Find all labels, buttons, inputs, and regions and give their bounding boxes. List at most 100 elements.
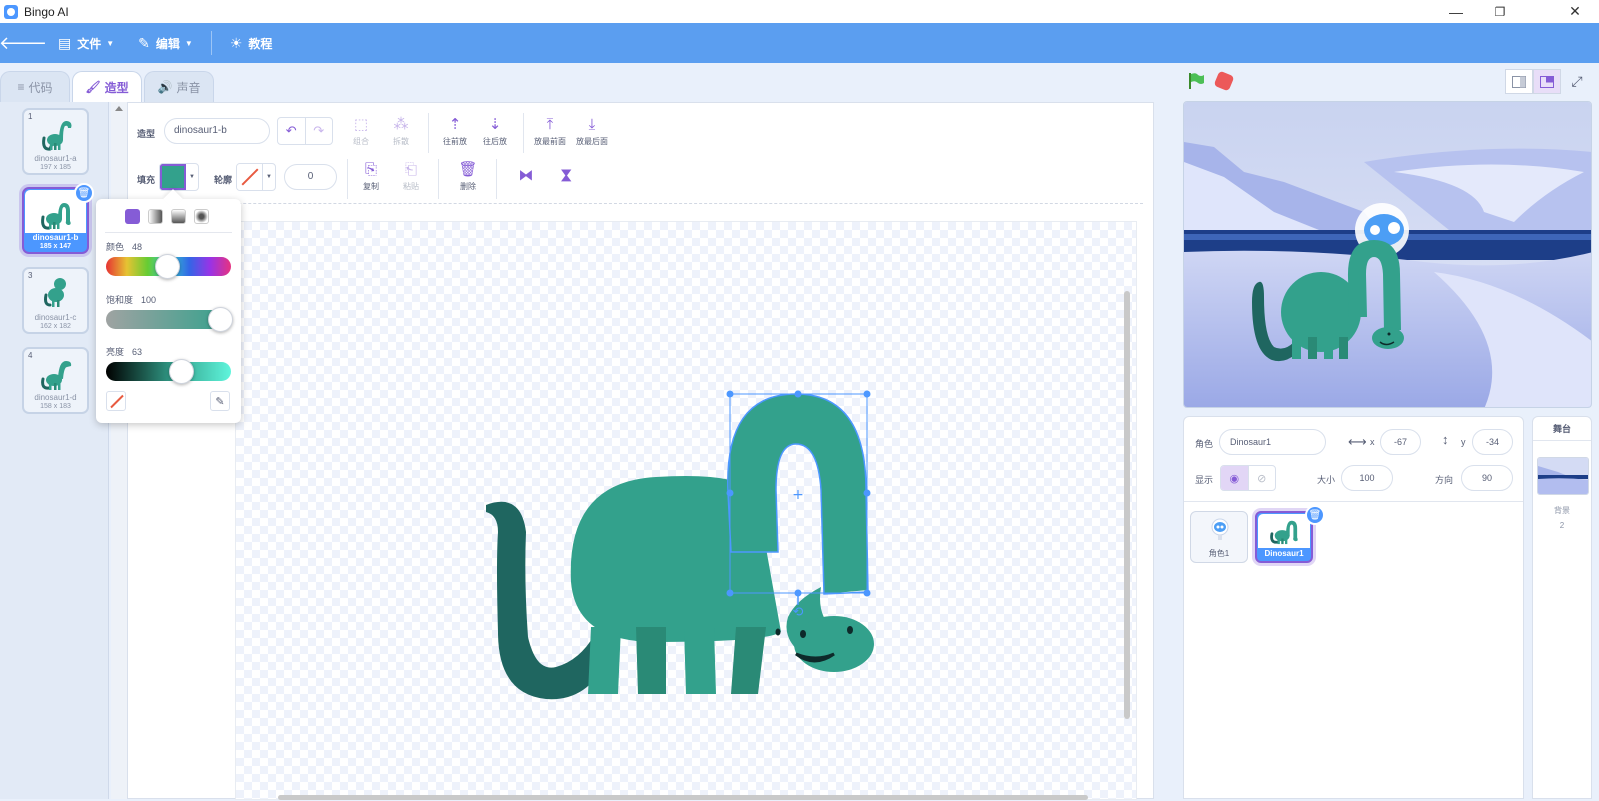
window-title: Bingo AI — [24, 4, 69, 19]
ungroup-label: 拆散 — [393, 137, 409, 146]
radial-gradient-option[interactable] — [194, 209, 209, 224]
sprite-tile-selected[interactable]: Dinosaur1 — [1255, 511, 1313, 563]
canvas-horizontal-scrollbar[interactable] — [278, 795, 1088, 800]
stage-canvas[interactable] — [1183, 101, 1592, 408]
costume-item[interactable]: 4 dinosaur1-d 158 x 183 — [22, 347, 89, 414]
undo-button[interactable]: ↶ — [278, 118, 306, 144]
group-label: 组合 — [353, 137, 369, 146]
green-flag-icon[interactable] — [1187, 72, 1205, 90]
menu-tutorial[interactable]: ☀ 教程 — [218, 23, 285, 63]
small-stage-icon — [1512, 75, 1526, 88]
no-fill-button[interactable] — [106, 391, 126, 411]
costume-name: dinosaur1-c — [34, 313, 77, 322]
file-icon: ▤ — [58, 34, 72, 51]
delete-label: 删除 — [460, 182, 476, 191]
hue-label-text: 颜色 — [106, 242, 125, 252]
send-to-back-button[interactable]: ⤓ 放最后面 — [572, 116, 612, 147]
arrow-down-icon: ⇣ — [488, 116, 502, 133]
backdrop-count: 2 — [1559, 521, 1565, 530]
minimize-button[interactable]: — — [1433, 0, 1479, 23]
resize-handle[interactable] — [726, 589, 734, 597]
delete-button[interactable]: 🗑 删除 — [448, 161, 488, 192]
flip-vertical-button[interactable]: ⧓ — [546, 167, 586, 187]
fullscreen-button[interactable]: ⤢ — [1564, 69, 1590, 94]
close-button[interactable]: ✕ — [1552, 0, 1598, 23]
drawing-canvas[interactable]: + ⟲ — [235, 221, 1137, 800]
resize-handle[interactable] — [726, 390, 734, 398]
canvas-vertical-scrollbar[interactable] — [1124, 291, 1130, 719]
leg-shape — [731, 627, 766, 694]
stop-icon[interactable] — [1213, 70, 1235, 92]
flip-horizontal-button[interactable]: ⧓ — [506, 167, 546, 187]
tab-costumes[interactable]: 🖌 造型 — [72, 71, 142, 102]
fullscreen-icon: ⤢ — [1571, 73, 1583, 89]
maximize-button[interactable]: ❐ — [1477, 0, 1523, 23]
menu-file[interactable]: ▤ 文件 ▼ — [46, 23, 126, 63]
delete-sprite-button[interactable]: 🗑 — [1305, 505, 1325, 525]
resize-handle[interactable] — [726, 489, 734, 497]
size-input[interactable]: 100 — [1341, 465, 1393, 491]
outline-color-picker[interactable]: ▼ — [236, 163, 276, 191]
sprite-tile[interactable]: 角色1 — [1190, 511, 1248, 563]
rotate-handle-icon[interactable]: ⟲ — [793, 605, 804, 620]
hue-slider-knob[interactable] — [155, 254, 180, 279]
tab-code[interactable]: ≡ 代码 — [0, 71, 70, 102]
resize-handle[interactable] — [863, 589, 871, 597]
resize-handle[interactable] — [863, 390, 871, 398]
resize-handle[interactable] — [863, 489, 871, 497]
resize-handle[interactable] — [794, 589, 802, 597]
horizontal-gradient-option[interactable] — [148, 209, 163, 224]
hide-button[interactable]: ⊘ — [1249, 466, 1276, 490]
tab-sounds[interactable]: 🔊 声音 — [144, 71, 214, 102]
caret-down-icon: ▼ — [266, 174, 272, 180]
hue-label: 颜色 48 — [106, 240, 142, 253]
saturation-slider-knob[interactable] — [208, 307, 233, 332]
send-to-back-label: 放最后面 — [576, 137, 608, 146]
dinosaur-thumbnail — [41, 361, 72, 390]
eye-shape — [800, 630, 806, 638]
solid-fill-option[interactable] — [125, 209, 140, 224]
paste-button[interactable]: ⎗ 粘贴 — [391, 161, 431, 192]
sprite-info: 角色 Dinosaur1 ⟷ x -67 ↕ y -34 显示 ◉ ⊘ 大小 1… — [1184, 417, 1523, 502]
eye-icon: ◉ — [1229, 472, 1240, 485]
ungroup-button[interactable]: ⁂ 拆散 — [381, 116, 421, 147]
vertical-gradient-option[interactable] — [171, 209, 186, 224]
code-icon: ≡ — [17, 80, 25, 94]
forward-button[interactable]: ⇡ 往前放 — [435, 116, 475, 147]
normal-stage-button[interactable] — [1533, 69, 1561, 94]
direction-input[interactable]: 90 — [1461, 465, 1513, 491]
caret-down-icon: ▼ — [189, 174, 195, 180]
sprite-name-input[interactable]: Dinosaur1 — [1219, 429, 1326, 455]
menu-tutorial-label: 教程 — [248, 36, 273, 51]
backward-button[interactable]: ⇣ 往后放 — [475, 116, 515, 147]
group-button[interactable]: ⬚ 组合 — [341, 116, 381, 147]
resize-handle[interactable] — [794, 390, 802, 398]
no-outline-swatch — [237, 164, 263, 190]
x-input[interactable]: -67 — [1380, 429, 1421, 455]
menu-bar: 🡐 ▤ 文件 ▼ ✎ 编辑 ▼ ☀ 教程 — [0, 23, 1599, 63]
bring-front-icon: ⤒ — [546, 116, 554, 133]
toolbar-separator — [128, 203, 1143, 204]
redo-button[interactable]: ↷ — [306, 118, 333, 144]
costume-name-input[interactable]: dinosaur1-b — [164, 118, 270, 144]
small-stage-button[interactable] — [1505, 69, 1533, 94]
costume-name: dinosaur1-b — [32, 233, 79, 242]
brush-icon: 🖌 — [85, 80, 101, 94]
stroke-width-input[interactable]: 0 — [284, 164, 337, 190]
eyedropper-button[interactable]: ✎ — [210, 391, 230, 411]
brightness-slider-knob[interactable] — [169, 359, 194, 384]
menu-divider — [210, 31, 212, 55]
stage-scene — [1184, 102, 1591, 407]
costume-item[interactable]: 3 dinosaur1-c 162 x 182 — [22, 267, 89, 334]
stage-pane[interactable]: 舞台 背景 2 — [1532, 416, 1592, 799]
costume-item[interactable]: 1 dinosaur1-a 197 x 185 — [22, 108, 89, 175]
back-button[interactable]: 🡐 — [0, 23, 47, 63]
saturation-value: 100 — [141, 295, 157, 305]
copy-button[interactable]: ⎘ 复制 — [351, 161, 391, 192]
y-input[interactable]: -34 — [1472, 429, 1513, 455]
show-button[interactable]: ◉ — [1221, 466, 1249, 490]
menu-edit[interactable]: ✎ 编辑 ▼ — [126, 23, 205, 63]
delete-costume-button[interactable]: 🗑 — [74, 183, 94, 203]
bring-to-front-button[interactable]: ⤒ 放最前面 — [530, 116, 570, 147]
fill-color-picker[interactable]: ▼ — [159, 163, 199, 191]
